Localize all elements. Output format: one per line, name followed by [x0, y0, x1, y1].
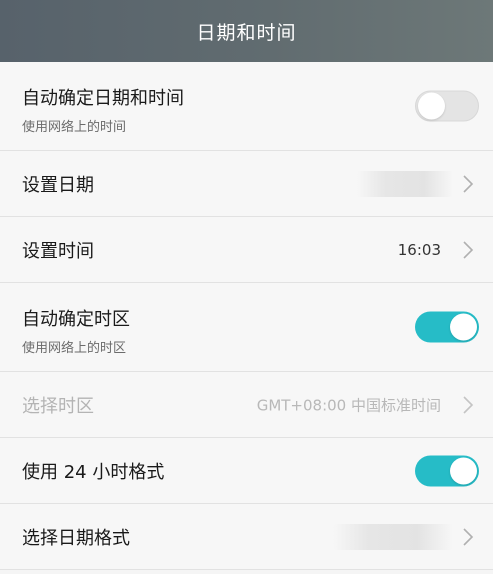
date-format-value-obscured: [333, 523, 453, 550]
chevron-right-icon: [463, 174, 474, 193]
toggle-knob: [450, 313, 477, 341]
chevron-right-icon: [463, 395, 474, 414]
setting-auto-timezone[interactable]: 自动确定时区 使用网络上的时区: [0, 283, 493, 372]
setting-24-hour-format[interactable]: 使用 24 小时格式: [0, 438, 493, 504]
setting-date-format[interactable]: 选择日期格式: [0, 504, 493, 570]
setting-label: 自动确定时区: [22, 309, 130, 330]
24-hour-format-toggle[interactable]: [415, 455, 479, 486]
toggle-knob: [450, 457, 477, 484]
auto-timezone-toggle[interactable]: [415, 311, 479, 343]
time-value: 16:03: [397, 240, 441, 259]
toggle-knob: [418, 92, 445, 120]
chevron-right-icon: [463, 240, 474, 259]
timezone-value: GMT+08:00 中国标准时间: [256, 396, 441, 414]
setting-select-timezone[interactable]: 选择时区 GMT+08:00 中国标准时间: [0, 372, 493, 438]
setting-description: 使用网络上的时间: [22, 120, 127, 135]
date-value-obscured: [357, 170, 453, 197]
setting-label: 自动确定日期和时间: [22, 88, 184, 109]
chevron-right-icon: [463, 527, 474, 546]
setting-auto-date-time[interactable]: 自动确定日期和时间 使用网络上的时间: [0, 62, 493, 151]
setting-label: 设置时间: [22, 240, 94, 262]
app-header: 日期和时间: [0, 0, 493, 62]
setting-set-time[interactable]: 设置时间 16:03: [0, 217, 493, 283]
setting-label: 使用 24 小时格式: [22, 461, 165, 483]
setting-set-date[interactable]: 设置日期: [0, 151, 493, 217]
setting-label: 选择日期格式: [22, 527, 130, 549]
setting-label: 设置日期: [22, 174, 94, 196]
setting-label: 选择时区: [22, 395, 94, 417]
page-title: 日期和时间: [196, 21, 297, 44]
setting-description: 使用网络上的时区: [22, 341, 127, 356]
settings-list: 自动确定日期和时间 使用网络上的时间 设置日期 设置时间 16:03 自动确定时…: [0, 62, 493, 570]
auto-date-time-toggle[interactable]: [415, 90, 479, 122]
